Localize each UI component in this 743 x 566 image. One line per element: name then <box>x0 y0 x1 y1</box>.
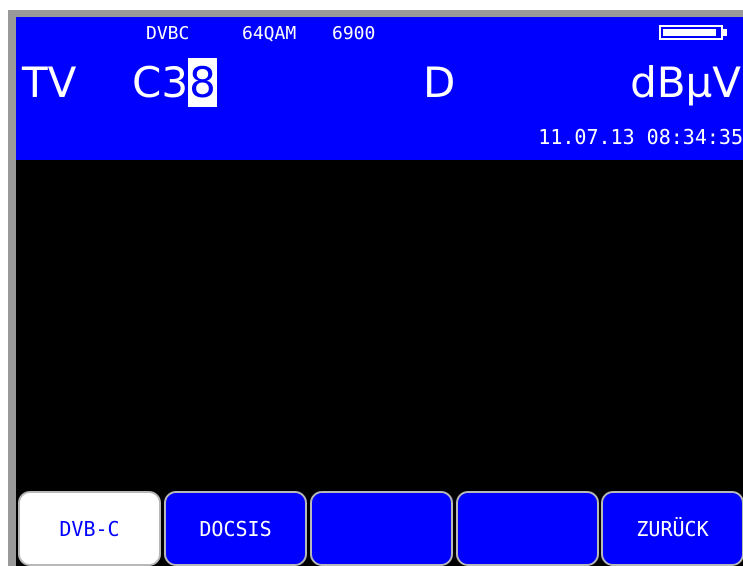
datetime-label: 11.07.13 08:34:35 <box>538 125 743 149</box>
symbol-rate-label: 6900 <box>332 23 376 44</box>
softkey-bar: DVB-C DOCSIS ZURÜCK <box>16 491 743 566</box>
softkey-back[interactable]: ZURÜCK <box>601 491 743 566</box>
display-screen: DVBC 64QAM 6900 TV C38 D dBµV 11.07.13 0… <box>16 17 743 566</box>
softkey-dvb-c[interactable]: DVB-C <box>18 491 161 566</box>
softkey-empty-3[interactable] <box>310 491 453 566</box>
battery-level-fill <box>663 29 716 36</box>
status-header: DVBC 64QAM 6900 TV C38 D dBµV 11.07.13 0… <box>16 17 743 160</box>
mode-label: TV <box>22 58 77 107</box>
unit-label: dBµV <box>630 58 741 107</box>
measurement-device: DVBC 64QAM 6900 TV C38 D dBµV 11.07.13 0… <box>0 0 743 566</box>
channel-field[interactable]: C38 <box>132 57 217 109</box>
softkey-docsis[interactable]: DOCSIS <box>164 491 307 566</box>
signal-type-label: D <box>423 58 456 107</box>
channel-cursor-digit[interactable]: 8 <box>188 58 217 107</box>
battery-tip-icon <box>723 29 727 36</box>
standard-label: DVBC <box>146 23 190 44</box>
softkey-empty-4[interactable] <box>456 491 599 566</box>
modulation-label: 64QAM <box>242 23 297 44</box>
battery-icon <box>659 25 723 40</box>
channel-prefix: C3 <box>132 58 189 107</box>
